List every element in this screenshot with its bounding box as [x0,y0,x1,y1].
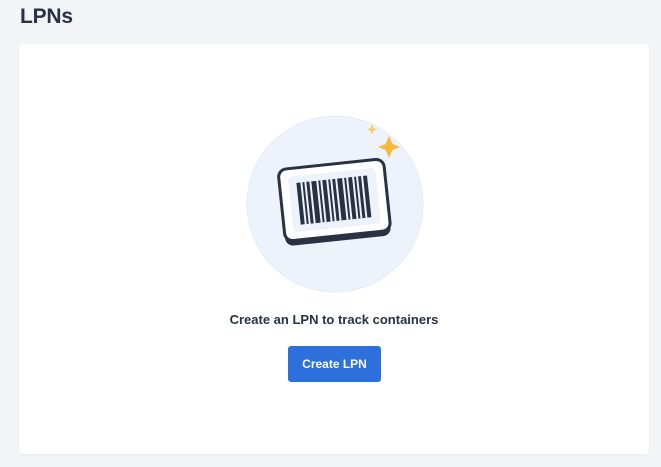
barcode-label [277,157,392,246]
page-title: LPNs [20,5,73,28]
empty-state-message: Create an LPN to track containers [229,312,439,327]
barcode-label-icon [246,115,424,293]
create-lpn-button[interactable]: Create LPN [288,346,381,382]
empty-state-card: Create an LPN to track containers Create… [19,44,649,454]
